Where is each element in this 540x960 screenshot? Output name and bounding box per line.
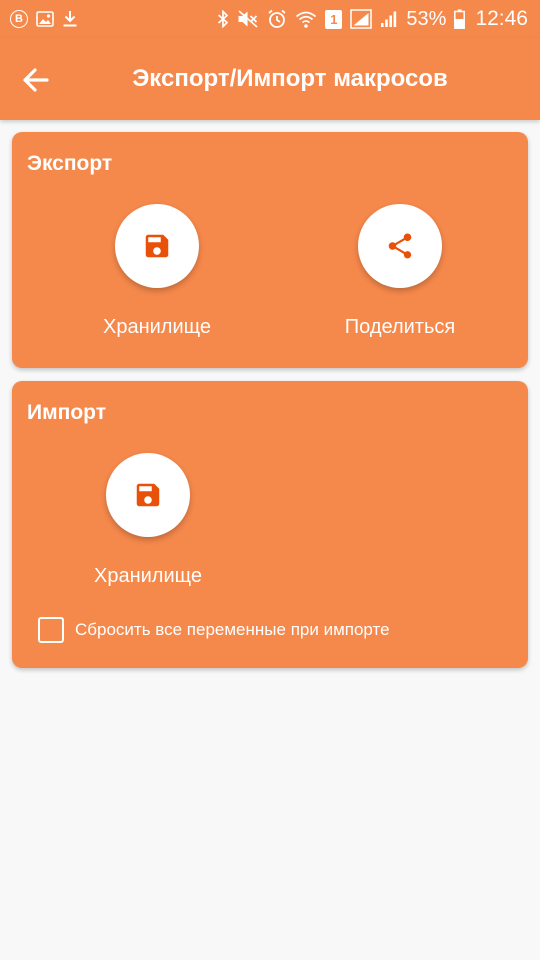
import-storage-button[interactable] [106, 453, 190, 537]
reset-variables-option[interactable]: Сбросить все переменные при импорте [38, 617, 390, 643]
reset-variables-label: Сбросить все переменные при импорте [75, 620, 390, 639]
back-button[interactable] [14, 58, 58, 102]
page-title: Экспорт/Импорт макросов [132, 65, 448, 92]
b-circle-icon: B [10, 10, 28, 28]
signal-icon [380, 9, 398, 29]
status-bar-right: 1 53% 12:46 [217, 7, 528, 31]
battery-percent: 53% [406, 7, 447, 30]
share-label: Поделиться [344, 316, 456, 338]
floppy-disk-icon [142, 231, 172, 261]
mute-icon [237, 9, 259, 29]
wifi-icon [295, 9, 317, 29]
clock: 12:46 [475, 7, 528, 30]
share-icon [385, 231, 415, 261]
status-bar-left: B [10, 9, 78, 29]
import-storage-action: Хранилище [48, 453, 248, 588]
alarm-icon [267, 9, 287, 29]
signal-icon [350, 9, 373, 29]
import-storage-label: Хранилище [94, 565, 202, 587]
status-bar: B 1 53% 12:46 [0, 0, 540, 38]
floppy-disk-icon [133, 480, 163, 510]
export-storage-button[interactable] [115, 204, 199, 288]
import-card-title: Импорт [27, 401, 106, 424]
reset-variables-checkbox[interactable] [38, 617, 64, 643]
export-storage-action: Хранилище [57, 204, 257, 339]
image-icon [36, 9, 54, 29]
import-card: Импорт Хранилище Сбросить все переменные… [12, 381, 528, 668]
export-share-action: Поделиться [300, 204, 500, 339]
download-icon [62, 9, 78, 29]
share-button[interactable] [358, 204, 442, 288]
bluetooth-icon [217, 9, 229, 29]
sim1-icon: 1 [325, 9, 343, 29]
export-card: Экспорт Хранилище Поделиться [12, 132, 528, 368]
battery-icon [454, 9, 466, 29]
arrow-left-icon [22, 67, 50, 93]
app-bar: Экспорт/Импорт макросов [0, 38, 540, 120]
export-card-title: Экспорт [27, 152, 113, 175]
export-storage-label: Хранилище [103, 316, 211, 338]
